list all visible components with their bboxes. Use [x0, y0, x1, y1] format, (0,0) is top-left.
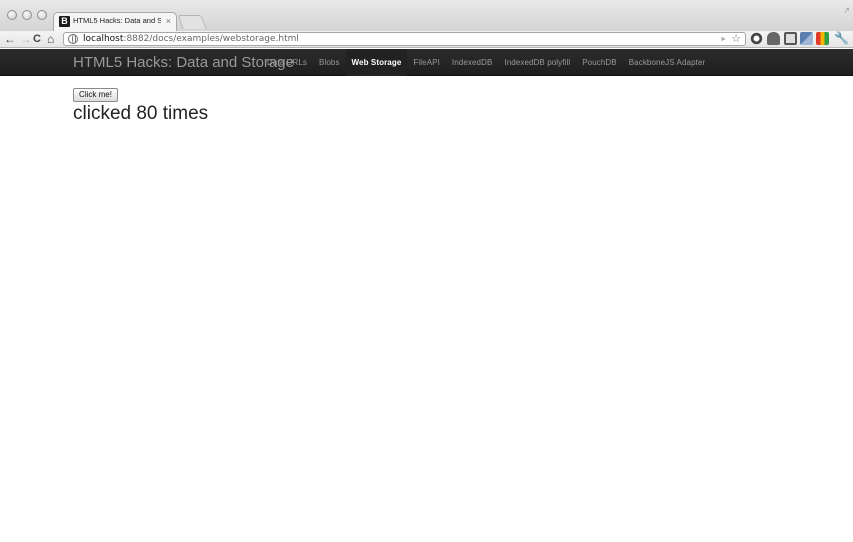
tab-title: HTML5 Hacks: Data and Sto — [73, 16, 161, 25]
page-action-icon[interactable]: ► — [720, 34, 727, 46]
extension-box-icon[interactable] — [784, 32, 797, 45]
globe-icon — [68, 34, 78, 44]
extension-g-icon[interactable] — [750, 32, 763, 45]
nav-item-blobs[interactable]: Blobs — [313, 49, 346, 76]
nav-item-web-storage[interactable]: Web Storage — [345, 49, 408, 76]
browser-tab[interactable]: B HTML5 Hacks: Data and Sto × — [53, 12, 177, 31]
nav-item-indexeddb-polyfill[interactable]: IndexedDB polyfill — [498, 49, 576, 76]
nav-item-data-urls[interactable]: Data URLs — [261, 49, 313, 76]
favicon-icon: B — [59, 16, 70, 27]
click-counter-text: clicked 80 times — [73, 103, 209, 124]
nav-item-pouchdb[interactable]: PouchDB — [576, 49, 623, 76]
wrench-icon[interactable]: 🔧 — [834, 32, 849, 45]
close-window-button[interactable] — [7, 10, 17, 20]
site-navbar: HTML5 Hacks: Data and Storage Data URLs B… — [0, 49, 853, 76]
extension-color-icon[interactable] — [816, 32, 829, 45]
url-host: localhost — [83, 34, 124, 44]
new-tab-button[interactable] — [177, 15, 207, 29]
nav-item-indexeddb[interactable]: IndexedDB — [446, 49, 498, 76]
nav-item-backbonejs-adapter[interactable]: BackboneJS Adapter — [623, 49, 712, 76]
forward-icon[interactable]: → — [20, 32, 32, 46]
tab-strip: B HTML5 Hacks: Data and Sto × ↗ — [0, 0, 853, 31]
browser-toolbar: ← → C ⌂ localhost:8882/docs/examples/web… — [0, 31, 853, 48]
address-bar[interactable]: localhost:8882/docs/examples/webstorage.… — [63, 32, 746, 46]
extension-window-icon[interactable] — [800, 32, 813, 45]
extension-person-icon[interactable] — [767, 32, 780, 45]
url-path: :8882/docs/examples/webstorage.html — [123, 34, 299, 44]
nav-item-fileapi[interactable]: FileAPI — [407, 49, 446, 76]
back-icon[interactable]: ← — [4, 32, 16, 46]
minimize-window-button[interactable] — [22, 10, 32, 20]
reload-icon[interactable]: C — [33, 32, 41, 46]
zoom-window-button[interactable] — [37, 10, 47, 20]
nav-links: Data URLs Blobs Web Storage FileAPI IndexedD… — [261, 49, 711, 76]
click-me-button[interactable]: Click me! — [73, 88, 118, 102]
fullscreen-icon[interactable]: ↗ — [843, 6, 850, 15]
tab-close-icon[interactable]: × — [166, 16, 171, 26]
home-icon[interactable]: ⌂ — [47, 32, 54, 46]
url-text[interactable]: localhost:8882/docs/examples/webstorage.… — [83, 33, 299, 45]
bookmark-star-icon[interactable]: ☆ — [731, 32, 741, 46]
